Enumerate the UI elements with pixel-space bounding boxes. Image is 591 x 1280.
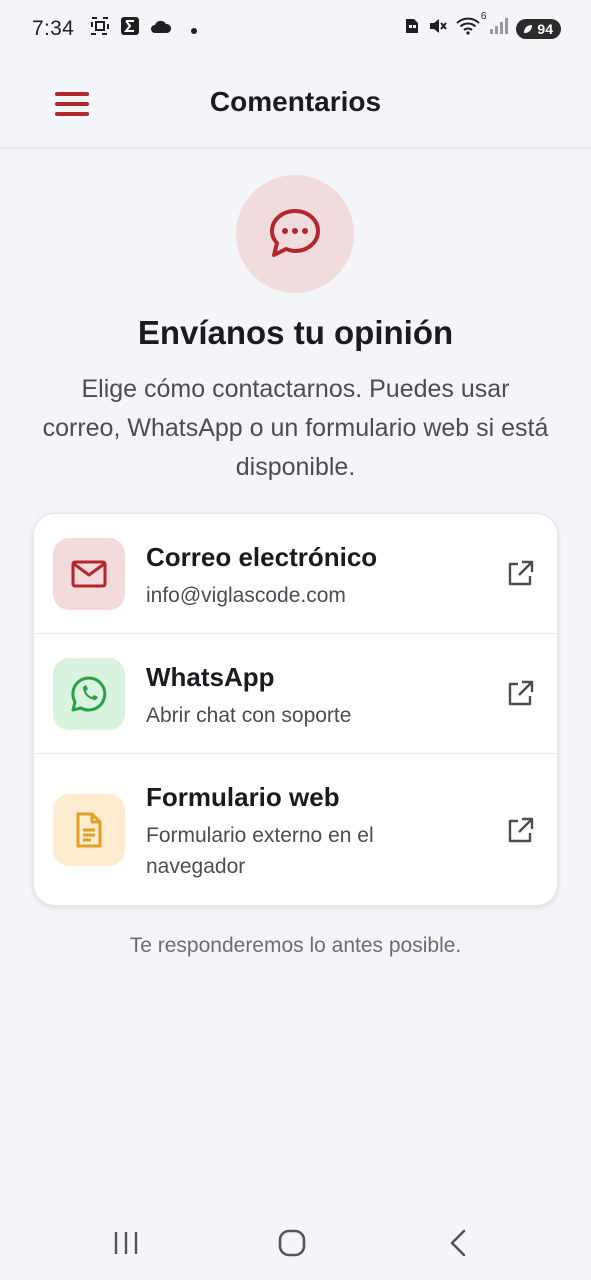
page-title: Comentarios xyxy=(209,86,382,117)
option-email[interactable]: Correo electrónico info@viglascode.com xyxy=(34,514,557,634)
screenshot-icon xyxy=(90,16,110,42)
recent-apps-button[interactable] xyxy=(106,1226,146,1260)
chat-bubble-icon xyxy=(270,209,320,257)
headline: Envíanos tu opinión xyxy=(137,314,454,351)
sigma-icon xyxy=(120,16,140,42)
wifi-icon: 6 xyxy=(456,11,486,41)
back-icon xyxy=(450,1229,466,1257)
home-icon xyxy=(278,1229,306,1257)
open-external-icon xyxy=(508,680,534,706)
status-left: 7:34 xyxy=(32,16,404,42)
hero-icon-circle xyxy=(236,175,354,293)
whatsapp-icon-tile xyxy=(53,658,125,730)
open-external-icon xyxy=(508,560,534,586)
status-right: 6 94 xyxy=(404,11,561,41)
document-icon xyxy=(76,812,102,848)
open-external-icon xyxy=(508,817,534,843)
cloud-icon xyxy=(150,18,172,41)
app-bar: Comentarios xyxy=(0,58,591,148)
option-subtitle: Formulario externo en el navegador xyxy=(146,824,374,878)
option-whatsapp[interactable]: WhatsApp Abrir chat con soporte xyxy=(34,634,557,754)
option-title: Formulario web xyxy=(146,782,340,812)
option-title: Correo electrónico xyxy=(146,542,378,572)
mail-icon xyxy=(71,560,107,588)
wifi-badge: 6 xyxy=(480,11,487,22)
option-title: WhatsApp xyxy=(146,662,275,692)
status-time: 7:34 xyxy=(32,17,75,40)
system-nav-bar xyxy=(0,1200,591,1280)
status-bar: 7:34 6 94 xyxy=(0,0,591,58)
signal-icon xyxy=(488,17,509,41)
whatsapp-icon xyxy=(71,676,107,712)
leaf-icon xyxy=(524,25,533,33)
web-form-icon-tile xyxy=(53,794,125,866)
mute-icon xyxy=(428,17,448,41)
description: Elige cómo contactarnos. Puedes usar cor… xyxy=(42,375,549,481)
option-web-form[interactable]: Formulario web Formulario externo en el … xyxy=(34,754,557,905)
sim-icon xyxy=(404,17,420,41)
battery-indicator: 94 xyxy=(516,19,561,39)
battery-level: 94 xyxy=(537,21,553,37)
home-button[interactable] xyxy=(272,1226,312,1260)
contact-options-card: Correo electrónico info@viglascode.com W… xyxy=(33,513,558,906)
dot-icon xyxy=(190,18,198,41)
back-button[interactable] xyxy=(438,1226,478,1260)
email-icon-tile xyxy=(53,538,125,610)
option-subtitle: info@viglascode.com xyxy=(146,584,346,607)
recent-apps-icon xyxy=(114,1232,138,1254)
footer-note: Te responderemos lo antes posible. xyxy=(129,934,462,957)
option-subtitle: Abrir chat con soporte xyxy=(146,704,352,727)
